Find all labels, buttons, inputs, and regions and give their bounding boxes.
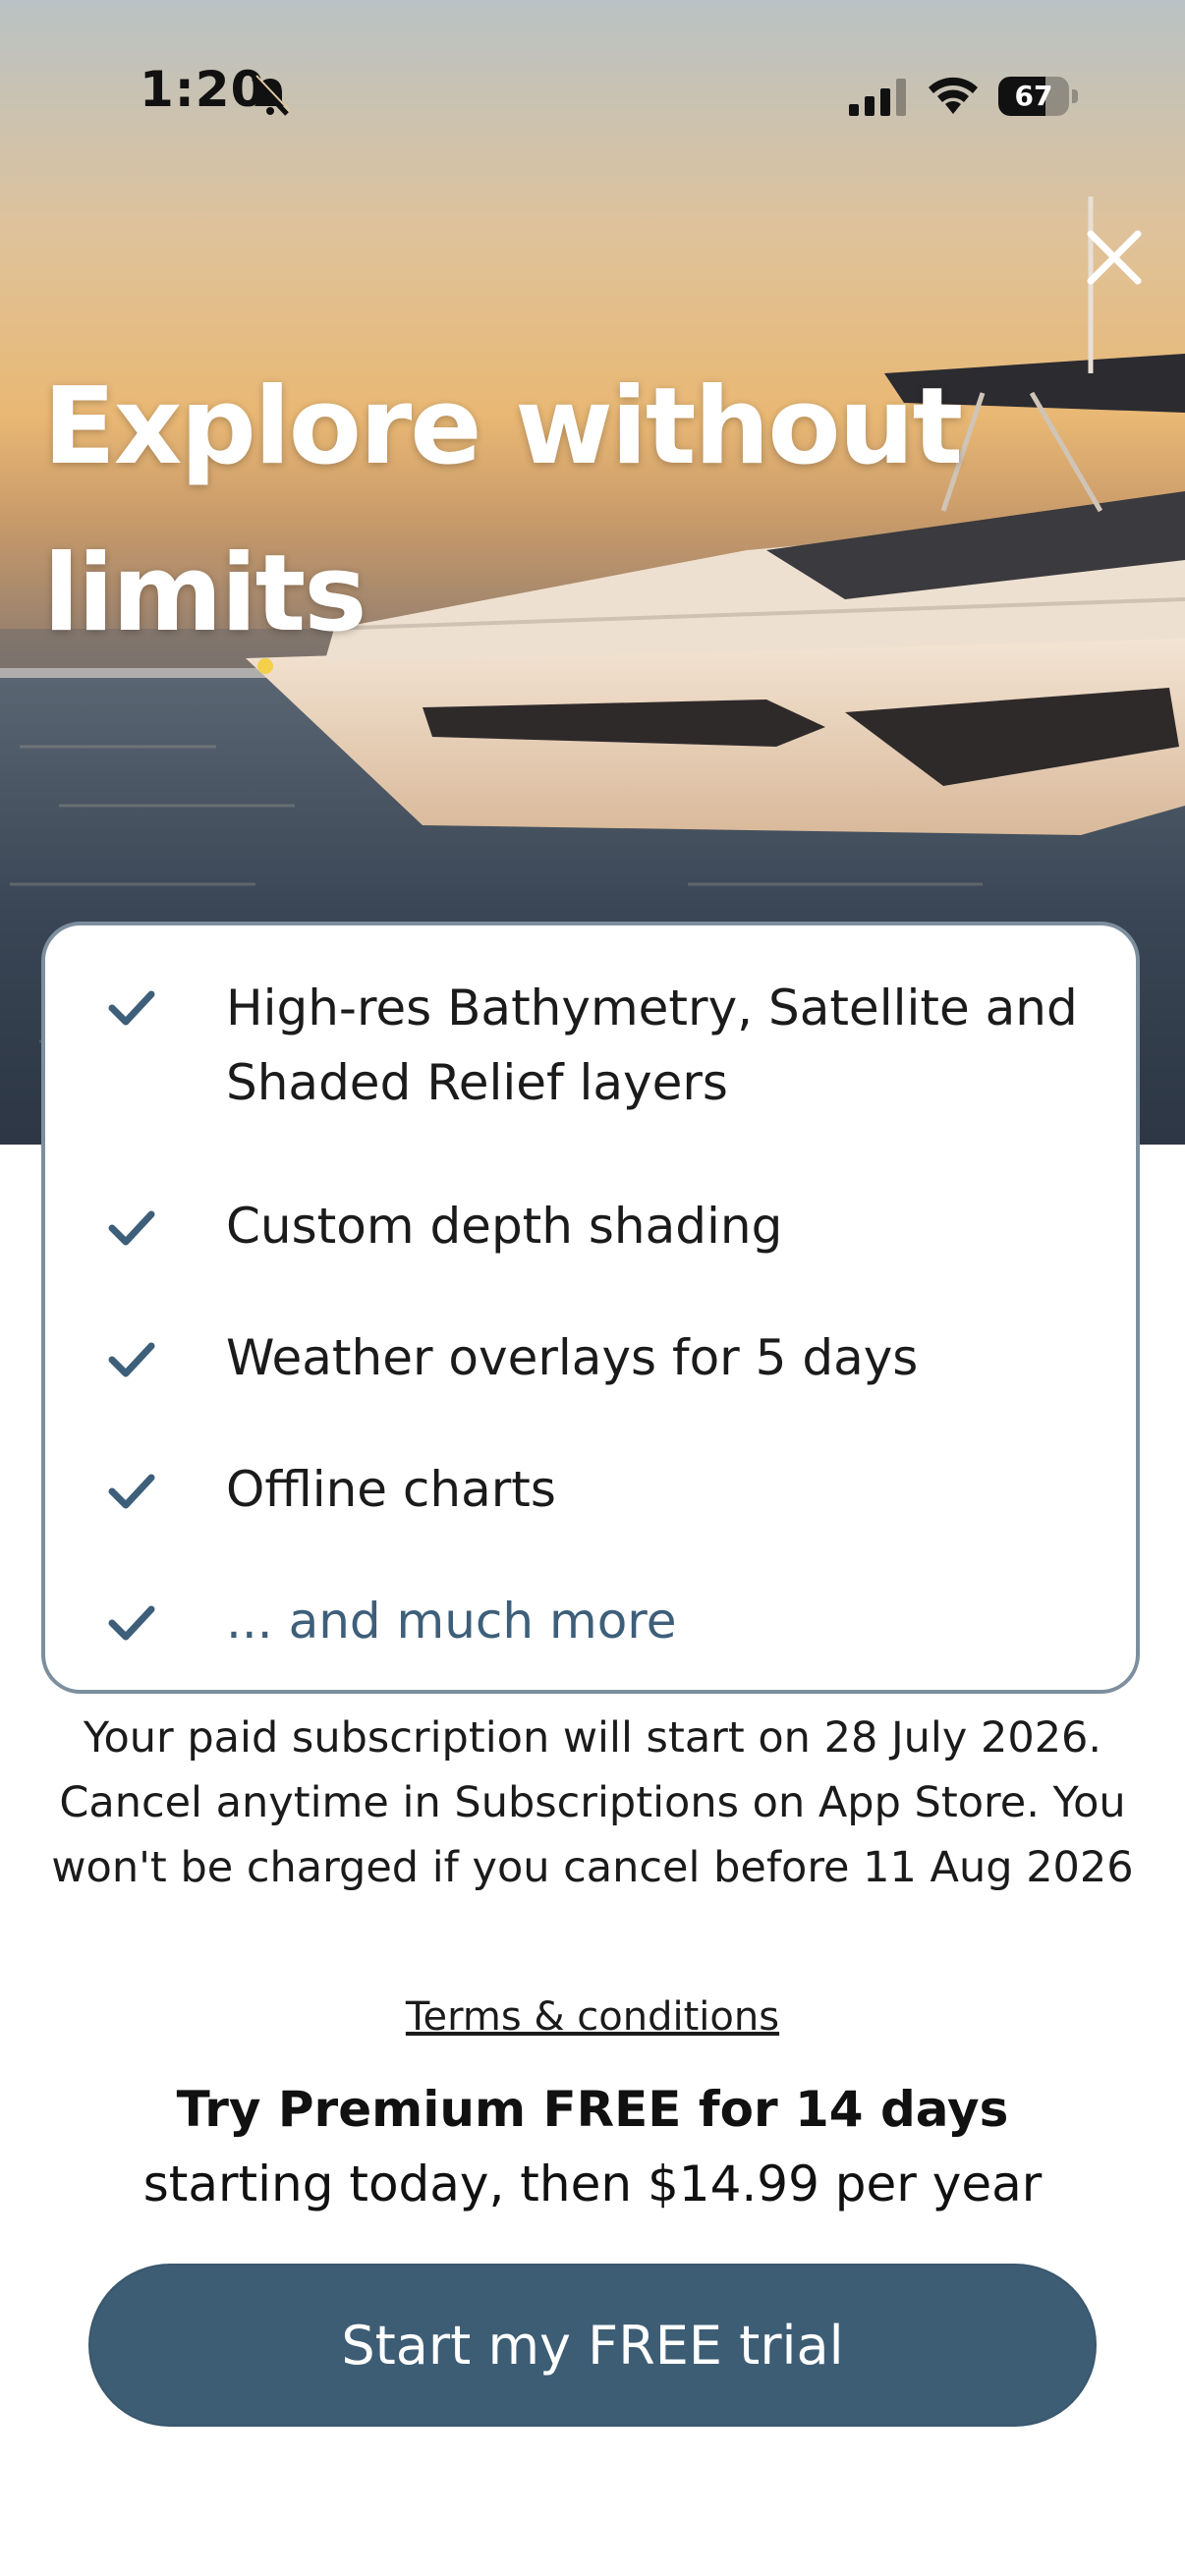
feature-label: Offline charts: [226, 1461, 556, 1518]
bell-slash-icon: [252, 75, 291, 116]
checkmark-icon: [108, 1210, 155, 1246]
checkmark-icon: [108, 1474, 155, 1509]
checkmark-icon: [108, 1605, 155, 1641]
terms-row: Terms & conditions: [0, 1994, 1185, 2040]
headline: Explore without limits: [43, 365, 963, 655]
wifi-icon: [929, 77, 978, 114]
feature-label: High-res Bathymetry, Satellite and Shade…: [226, 980, 1078, 1111]
terms-conditions-link[interactable]: Terms & conditions: [406, 1994, 779, 2040]
features-card: High-res Bathymetry, Satellite and Shade…: [41, 922, 1140, 1694]
battery-icon: 67: [998, 77, 1079, 116]
offer-title: Try Premium FREE for 14 days: [176, 2081, 1009, 2138]
feature-label: Weather overlays for 5 days: [226, 1329, 919, 1386]
offer-subtitle: starting today, then $14.99 per year: [142, 2156, 1043, 2212]
feature-label: Custom depth shading: [226, 1198, 783, 1255]
battery-level: 67: [1014, 80, 1053, 112]
start-free-trial-button[interactable]: Start my FREE trial: [88, 2264, 1097, 2427]
close-icon[interactable]: [1081, 224, 1148, 291]
checkmark-icon: [108, 1342, 155, 1377]
more-features-link[interactable]: ... and much more: [226, 1584, 1091, 1658]
status-bar: 1:20 67: [0, 0, 1185, 187]
subscription-disclaimer: Your paid subscription will start on 28 …: [51, 1713, 1134, 1892]
checkmark-icon: [108, 990, 155, 1026]
cellular-signal-icon: [849, 79, 906, 116]
